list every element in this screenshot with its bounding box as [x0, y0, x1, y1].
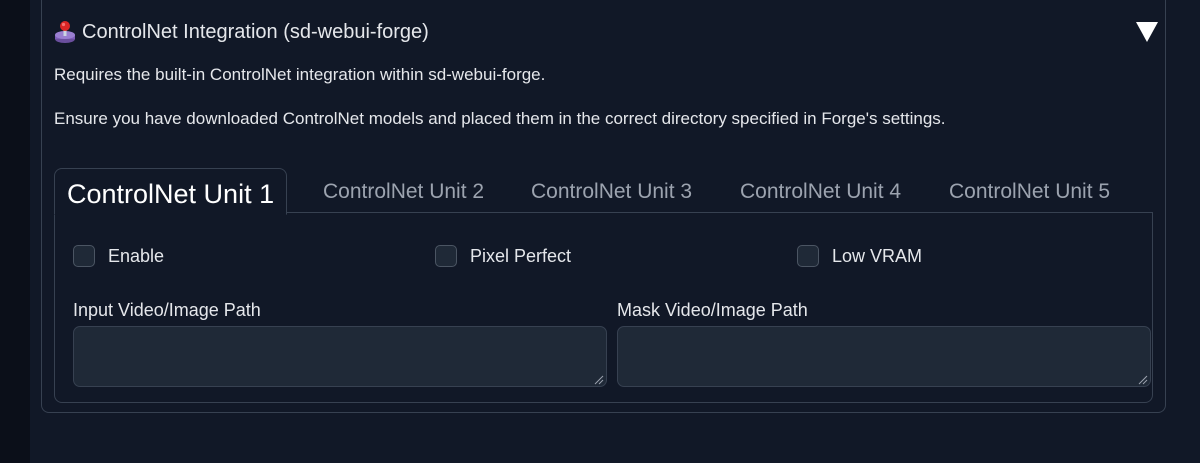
input-path-label: Input Video/Image Path — [73, 300, 261, 320]
accordion-header[interactable]: ControlNet Integration (sd-webui-forge) — [54, 18, 429, 46]
input-path-textarea[interactable] — [73, 326, 607, 387]
mask-path-textarea[interactable] — [617, 326, 1151, 387]
low-vram-label: Low VRAM — [832, 245, 923, 266]
pixel-perfect-checkbox[interactable] — [435, 245, 457, 267]
description-requirement: Requires the built-in ControlNet integra… — [54, 65, 546, 84]
pixel-perfect-label: Pixel Perfect — [470, 245, 572, 266]
tab-controlnet-unit-3[interactable]: ControlNet Unit 3 — [531, 168, 692, 213]
tab-controlnet-unit-4[interactable]: ControlNet Unit 4 — [740, 168, 901, 213]
accordion-title: ControlNet Integration (sd-webui-forge) — [82, 20, 429, 43]
description-models: Ensure you have downloaded ControlNet mo… — [54, 109, 946, 128]
low-vram-checkbox[interactable] — [797, 245, 819, 267]
tab-controlnet-unit-2[interactable]: ControlNet Unit 2 — [323, 168, 484, 213]
mask-path-label: Mask Video/Image Path — [617, 300, 808, 320]
collapse-triangle-icon[interactable] — [1136, 22, 1158, 42]
low-vram-checkbox-row[interactable]: Low VRAM — [797, 245, 922, 267]
controlnet-accordion: ControlNet Integration (sd-webui-forge) … — [41, 0, 1166, 413]
pixel-perfect-checkbox-row[interactable]: Pixel Perfect — [435, 245, 571, 267]
enable-label: Enable — [108, 245, 165, 266]
resize-handle-icon[interactable] — [594, 375, 604, 385]
left-sidebar-strip — [0, 0, 30, 463]
joystick-icon — [55, 21, 75, 43]
tab-controlnet-unit-5[interactable]: ControlNet Unit 5 — [949, 168, 1110, 213]
unit-tabs: ControlNet Unit 1 ControlNet Unit 2 Cont… — [54, 168, 1154, 215]
enable-checkbox-row[interactable]: Enable — [73, 245, 164, 267]
enable-checkbox[interactable] — [73, 245, 95, 267]
tab-controlnet-unit-1[interactable]: ControlNet Unit 1 — [54, 168, 288, 215]
resize-handle-icon[interactable] — [1138, 375, 1148, 385]
